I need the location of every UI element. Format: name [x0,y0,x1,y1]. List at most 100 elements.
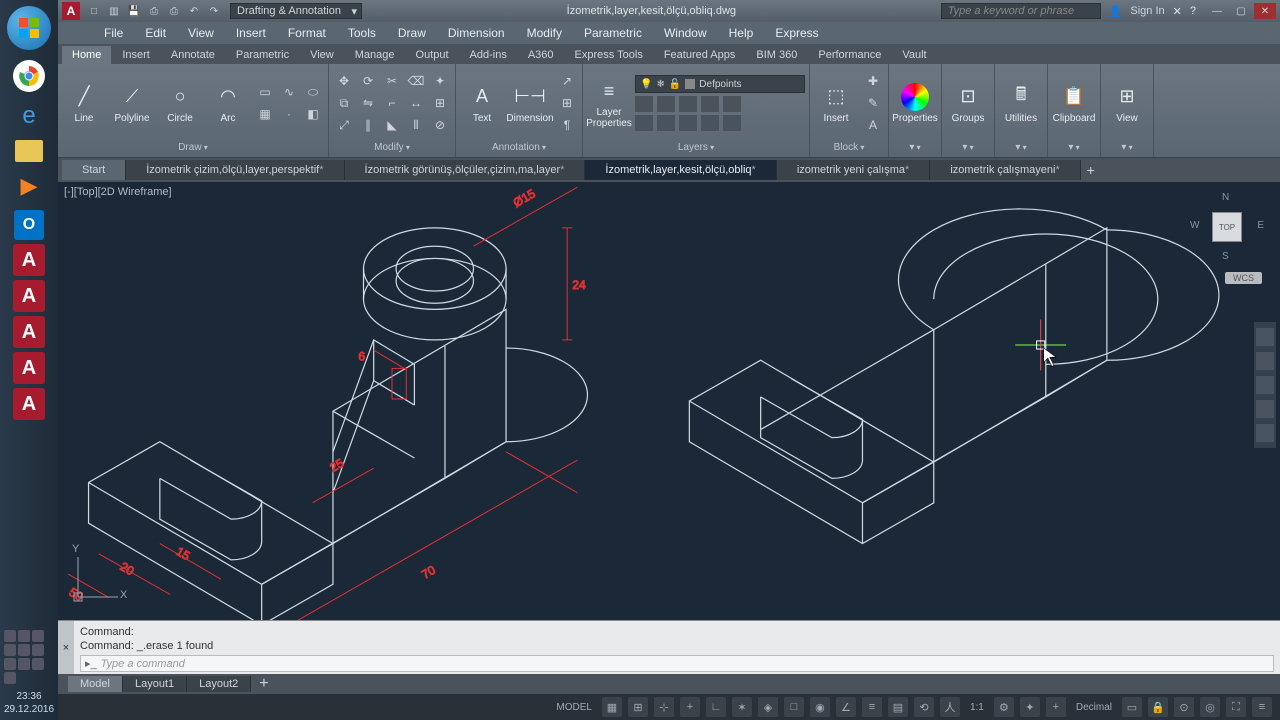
draw-hatch-icon[interactable]: ▦ [254,104,276,124]
status-clean-icon[interactable]: ⛶ [1226,697,1246,717]
ribbon-tab-parametric[interactable]: Parametric [226,46,299,64]
align-icon[interactable]: ⫴ [405,115,427,135]
status-custom-icon[interactable]: ≡ [1252,697,1272,717]
qat-print-icon[interactable]: ⎙ [166,3,182,19]
status-model-label[interactable]: MODEL [552,702,596,713]
copy-icon[interactable]: ⧉ [333,93,355,113]
exchange-icon[interactable]: ✕ [1173,5,1182,18]
status-qp-icon[interactable]: ▭ [1122,697,1142,717]
stretch-icon[interactable]: ↔ [405,93,427,113]
draw-rect-icon[interactable]: ▭ [254,82,276,102]
mtext-icon[interactable]: ¶ [556,115,578,135]
status-osnap-icon[interactable]: □ [784,697,804,717]
tray-icon[interactable] [4,630,16,642]
layers-panel-title[interactable]: Layers [587,140,805,155]
draw-region-icon[interactable]: ◧ [302,104,324,124]
layer-lock-icon[interactable] [679,96,697,112]
menu-parametric[interactable]: Parametric [574,23,652,43]
clipboard-button[interactable]: 📋Clipboard [1052,70,1096,136]
view-button[interactable]: ⊞View [1105,70,1149,136]
ucs-icon[interactable]: X Y [68,547,128,610]
new-file-tab-button[interactable]: + [1081,162,1101,178]
draw-spline-icon[interactable]: ∿ [278,82,300,102]
break-icon[interactable]: ⊘ [429,115,451,135]
qat-redo-icon[interactable]: ↷ [206,3,222,19]
status-ws-icon[interactable]: ✦ [1020,697,1040,717]
menu-format[interactable]: Format [278,23,336,43]
nav-showmotion-icon[interactable] [1256,424,1274,442]
maximize-button[interactable]: ▢ [1230,3,1252,19]
layer-properties-button[interactable]: ≡Layer Properties [587,70,631,136]
taskbar-clock[interactable]: 23:36 29.12.2016 [4,690,54,716]
layout-tab[interactable]: Layout1 [123,676,187,692]
groups-button[interactable]: ⊡Groups [946,70,990,136]
help-icon[interactable]: ? [1190,5,1196,17]
file-tab-start[interactable]: Start [62,160,126,180]
chamfer-icon[interactable]: ◣ [381,115,403,135]
help-search-input[interactable]: Type a keyword or phrase [941,3,1101,19]
taskbar-autocad-icon[interactable]: A [13,316,45,348]
properties-button[interactable]: Properties [893,70,937,136]
scale-icon[interactable]: ⤢ [333,115,355,135]
tray-icon[interactable] [32,630,44,642]
modify-panel-title[interactable]: Modify [333,140,451,155]
start-button[interactable] [7,6,51,50]
menu-help[interactable]: Help [719,23,764,43]
viewcube-e[interactable]: E [1257,220,1264,231]
layer-walk-icon[interactable] [701,115,719,131]
view-panel-title[interactable]: ▾ [1105,140,1149,155]
status-dyn-icon[interactable]: + [680,697,700,717]
status-lwt-icon[interactable]: ≡ [862,697,882,717]
tray-icon[interactable] [18,630,30,642]
status-snap-icon[interactable]: ⊞ [628,697,648,717]
groups-panel-title[interactable]: ▾ [946,140,990,155]
command-input-row[interactable]: ▸_ Type a command [80,655,1274,672]
file-tab[interactable]: İzometrik görünüş,ölçüler,çizim,ma,layer… [345,160,586,180]
viewcube-face[interactable]: TOP [1212,212,1242,242]
tray-icon[interactable] [18,658,30,670]
ribbon-tab-output[interactable]: Output [406,46,459,64]
status-infer-icon[interactable]: ⊹ [654,697,674,717]
dimension-button[interactable]: ⊢⊣Dimension [508,70,552,136]
ribbon-tab-addins[interactable]: Add-ins [460,46,517,64]
qat-saveas-icon[interactable]: ⎙ [146,3,162,19]
taskbar-ie-icon[interactable]: e [9,96,49,136]
file-tab[interactable]: İzometrik çizim,ölçü,layer,perspektif* [126,160,344,180]
text-button[interactable]: AText [460,70,504,136]
status-cycling-icon[interactable]: ⟲ [914,697,934,717]
file-tab[interactable]: izometrik çalışmayeni* [930,160,1080,180]
taskbar-chrome-icon[interactable] [13,60,45,92]
minimize-button[interactable]: — [1206,3,1228,19]
viewcube-s[interactable]: S [1222,251,1229,262]
layer-selector[interactable]: 💡 ❄ 🔓 Defpoints [635,75,805,93]
ribbon-tab-express[interactable]: Express Tools [565,46,653,64]
offset-icon[interactable]: ∥ [357,115,379,135]
ribbon-tab-annotate[interactable]: Annotate [161,46,225,64]
menu-insert[interactable]: Insert [226,23,276,43]
menu-dimension[interactable]: Dimension [438,23,515,43]
leader-icon[interactable]: ↗ [556,71,578,91]
taskbar-media-icon[interactable]: ▶ [9,166,49,206]
taskbar-outlook-icon[interactable]: O [14,210,44,240]
line-button[interactable]: ╱Line [62,70,106,136]
close-button[interactable]: ✕ [1254,3,1276,19]
app-logo-icon[interactable]: A [62,2,80,20]
ribbon-tab-home[interactable]: Home [62,46,111,64]
erase-icon[interactable]: ⌫ [405,71,427,91]
ribbon-tab-performance[interactable]: Performance [808,46,891,64]
menu-tools[interactable]: Tools [338,23,386,43]
draw-panel-title[interactable]: Draw [62,140,324,155]
layer-freeze-icon[interactable] [657,96,675,112]
move-icon[interactable]: ✥ [333,71,355,91]
file-tab[interactable]: izometrik yeni çalışma* [777,160,930,180]
utilities-panel-title[interactable]: ▾ [999,140,1043,155]
taskbar-autocad-icon[interactable]: A [13,280,45,312]
menu-draw[interactable]: Draw [388,23,436,43]
tray-icon[interactable] [4,658,16,670]
qat-save-icon[interactable]: 💾 [126,3,142,19]
status-annomon-icon[interactable]: 人 [940,697,960,717]
menu-express[interactable]: Express [765,23,828,43]
status-hardware-icon[interactable]: ⊙ [1174,697,1194,717]
layout-add-button[interactable]: + [251,673,276,695]
layout-tab-model[interactable]: Model [68,676,123,692]
